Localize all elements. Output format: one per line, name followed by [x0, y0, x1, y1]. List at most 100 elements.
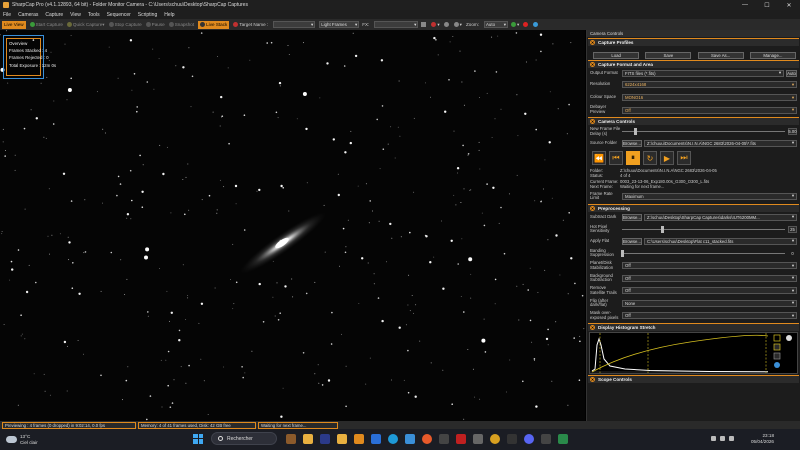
widgets-app-icon[interactable]	[285, 433, 296, 444]
subtract-dark-select[interactable]: Z:\schuu\Desktop\SharpCap Captures\darks…	[644, 213, 797, 221]
taskbar-search[interactable]: Rechercher	[211, 432, 277, 445]
menu-tools[interactable]: Tools	[88, 12, 100, 18]
start-capture-button[interactable]: Start Capture	[29, 22, 63, 27]
live-view-button[interactable]: Live View	[2, 20, 26, 29]
scope-controls-header[interactable]: ✕ Scope Controls	[588, 374, 799, 383]
menu-scripting[interactable]: Scripting	[138, 12, 157, 18]
windows-start-icon[interactable]	[193, 433, 203, 444]
step-forward-button[interactable]: ⏭	[677, 151, 691, 165]
apply-flat-select[interactable]: C:\Users\schuu\Desktop\Flat c11_stacked.…	[644, 237, 797, 245]
game-app-icon[interactable]	[540, 433, 551, 444]
hot-pixel-slider[interactable]	[622, 225, 785, 233]
slider-knob[interactable]	[661, 225, 665, 233]
reset-stretch-icon[interactable]	[773, 343, 781, 350]
pause-playback-button[interactable]: ⏸	[626, 151, 640, 165]
save-profile-button[interactable]: Save	[645, 51, 692, 59]
save-as-profile-button[interactable]: Save As...	[697, 51, 744, 59]
reload-button[interactable]: ↻	[643, 151, 657, 165]
zoom-select[interactable]: Auto ▾	[484, 21, 508, 28]
slider-knob[interactable]	[633, 128, 637, 135]
play-button[interactable]: ▶	[660, 151, 674, 165]
quick-capture-button[interactable]: Quick Capture ▾	[66, 22, 105, 28]
live-stack-button[interactable]: Live Stack	[198, 20, 230, 29]
banding-value[interactable]: 0	[788, 250, 797, 257]
auto-format-button[interactable]: Auto	[786, 69, 797, 77]
apply-flat-browse-button[interactable]: Browse...	[622, 237, 642, 245]
display-brightness-icon[interactable]	[786, 334, 792, 341]
auto-stretch-icon[interactable]	[773, 334, 781, 341]
menu-cameras[interactable]: Cameras	[18, 12, 38, 18]
pause-button[interactable]: Pause	[145, 22, 165, 27]
hot-pixel-value[interactable]: 25	[788, 225, 797, 233]
select-area-button[interactable]	[523, 22, 529, 27]
app-icon[interactable]	[472, 433, 483, 444]
chrome-icon[interactable]	[489, 433, 500, 444]
remove-satellite-select[interactable]: Off ▾	[622, 287, 797, 295]
load-profile-button[interactable]: Load	[593, 51, 640, 59]
menu-sequencer[interactable]: Sequencer	[107, 12, 131, 18]
camera-controls-header[interactable]: ✕ Camera Controls	[588, 117, 799, 125]
discord-icon[interactable]	[523, 433, 534, 444]
menu-capture[interactable]: Capture	[45, 12, 63, 18]
minimize-button[interactable]: —	[734, 2, 756, 8]
weather-widget[interactable]: 13°C Ciel clair	[6, 434, 66, 446]
new-frame-delay-value[interactable]: 5.00	[788, 128, 797, 135]
menu-view[interactable]: View	[70, 12, 81, 18]
firefox-icon[interactable]	[421, 433, 432, 444]
sharpcap-taskbar-icon[interactable]	[353, 433, 364, 444]
grid-button[interactable]	[421, 22, 427, 27]
manage-profiles-button[interactable]: Manage...	[749, 51, 796, 59]
step-back-button[interactable]: ⏮	[609, 151, 623, 165]
reticle-button[interactable]: ▾	[431, 22, 440, 28]
target-name-input[interactable]: ▾	[273, 21, 316, 28]
maximize-button[interactable]: ☐	[756, 2, 778, 9]
overview-overlay[interactable]: Overview Frames Stacked : 4 Frames Rejec…	[3, 35, 56, 79]
background-sub-select[interactable]: Off ▾	[622, 274, 797, 282]
stop-capture-button[interactable]: Stop Capture	[108, 22, 142, 27]
flip-select[interactable]: None ▾	[622, 299, 797, 307]
media-app-icon[interactable]	[438, 433, 449, 444]
resolution-select[interactable]: 6224x4168 ▾	[622, 81, 797, 88]
store-icon[interactable]	[404, 433, 415, 444]
excel-icon[interactable]	[557, 433, 568, 444]
volume-icon[interactable]	[729, 436, 734, 441]
crosshair-button[interactable]: ▾	[453, 22, 462, 28]
menu-file[interactable]: File	[3, 12, 11, 18]
histogram-header[interactable]: ✕ Display Histogram Stretch	[588, 322, 799, 331]
frame-type-select[interactable]: Light Frames ▾	[319, 21, 360, 28]
new-frame-delay-slider[interactable]	[622, 128, 785, 135]
menu-help[interactable]: Help	[164, 12, 174, 18]
close-button[interactable]: ✕	[778, 2, 800, 9]
lock-stretch-icon[interactable]	[773, 352, 781, 359]
planet-disk-select[interactable]: Off ▾	[622, 262, 797, 270]
histogram-settings-icon[interactable]	[774, 361, 780, 368]
subtract-dark-browse-button[interactable]: Browse...	[622, 213, 642, 221]
capture-format-header[interactable]: ✕ Capture Format and Area	[588, 60, 799, 68]
chevron-up-icon[interactable]	[711, 436, 716, 441]
photoshop-icon[interactable]	[319, 433, 330, 444]
focus-button[interactable]	[443, 22, 450, 27]
source-folder-select[interactable]: Z:\chuuu\Documents\N.I.N.A\NGC 2683\2026…	[644, 139, 797, 147]
image-viewer[interactable]	[0, 30, 585, 421]
colour-space-select[interactable]: MONO16 ▾	[622, 94, 797, 101]
slider-knob[interactable]	[620, 249, 624, 257]
terminal-icon[interactable]	[370, 433, 381, 444]
banding-slider[interactable]	[620, 249, 785, 257]
snapshot-button[interactable]: Snapshot	[168, 22, 194, 27]
steam-icon[interactable]	[506, 433, 517, 444]
mask-select[interactable]: Off ▾	[622, 312, 797, 320]
pointer-tool-button[interactable]: ▾	[511, 22, 519, 28]
folder-icon[interactable]	[336, 433, 347, 444]
file-explorer-icon[interactable]	[302, 433, 313, 444]
network-icon[interactable]	[720, 436, 725, 441]
taskbar-clock[interactable]: 23:18 05/04/2026	[751, 433, 774, 445]
preprocessing-header[interactable]: ✕ Preprocessing	[588, 203, 799, 212]
output-format-select[interactable]: FITS files (*.fits) ▾	[622, 69, 784, 77]
fx-select[interactable]: ▾	[374, 21, 419, 28]
histogram-plot[interactable]	[589, 331, 798, 374]
netflix-icon[interactable]	[455, 433, 466, 444]
rewind-button[interactable]: ⏪	[592, 151, 606, 165]
capture-profiles-header[interactable]: ✕ Capture Profiles	[588, 38, 799, 46]
source-folder-browse-button[interactable]: Browse...	[622, 139, 642, 147]
frame-rate-select[interactable]: Maximum ▾	[622, 192, 797, 200]
